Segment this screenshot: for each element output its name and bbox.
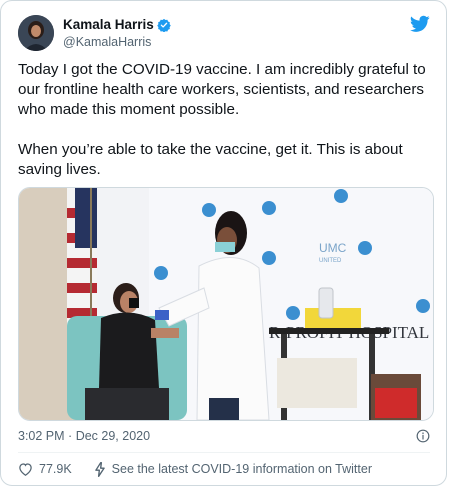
tweet-timestamp[interactable]: 3:02 PM · Dec 29, 2020 bbox=[18, 429, 150, 443]
divider bbox=[18, 452, 430, 453]
covid-info-link[interactable]: See the latest COVID-19 information on T… bbox=[94, 461, 372, 477]
twitter-bird-icon[interactable] bbox=[410, 15, 430, 33]
timestamp-separator: · bbox=[68, 429, 73, 443]
tweet-text: Today I got the COVID-19 vaccine. I am i… bbox=[18, 61, 426, 178]
info-icon[interactable] bbox=[416, 429, 430, 443]
tweet-header: Kamala Harris @KamalaHarris bbox=[18, 15, 430, 51]
backdrop-sub-text: UNITED bbox=[319, 258, 342, 264]
tweet-time[interactable]: 3:02 PM bbox=[18, 429, 65, 443]
like-button[interactable]: 77.9K bbox=[18, 462, 94, 476]
tweet-card[interactable]: Kamala Harris @KamalaHarris Today I got … bbox=[0, 0, 447, 486]
avatar[interactable] bbox=[18, 15, 54, 51]
covid-info-text[interactable]: See the latest COVID-19 information on T… bbox=[112, 462, 372, 476]
heart-icon bbox=[19, 463, 32, 476]
author-handle[interactable]: @KamalaHarris bbox=[63, 35, 151, 49]
tweet-date[interactable]: Dec 29, 2020 bbox=[76, 429, 150, 443]
backdrop-logo-text: UMC bbox=[319, 241, 347, 255]
like-count: 77.9K bbox=[39, 462, 72, 476]
tweet-actions: 77.9K See the latest COVID-19 informatio… bbox=[18, 461, 372, 477]
lightning-icon bbox=[94, 461, 105, 477]
tweet-photo[interactable]: UMC UNITED R-PROFIT HOSPITAL CORPO bbox=[18, 187, 434, 421]
verified-badge-icon bbox=[157, 18, 171, 32]
author-name[interactable]: Kamala Harris bbox=[63, 17, 154, 32]
